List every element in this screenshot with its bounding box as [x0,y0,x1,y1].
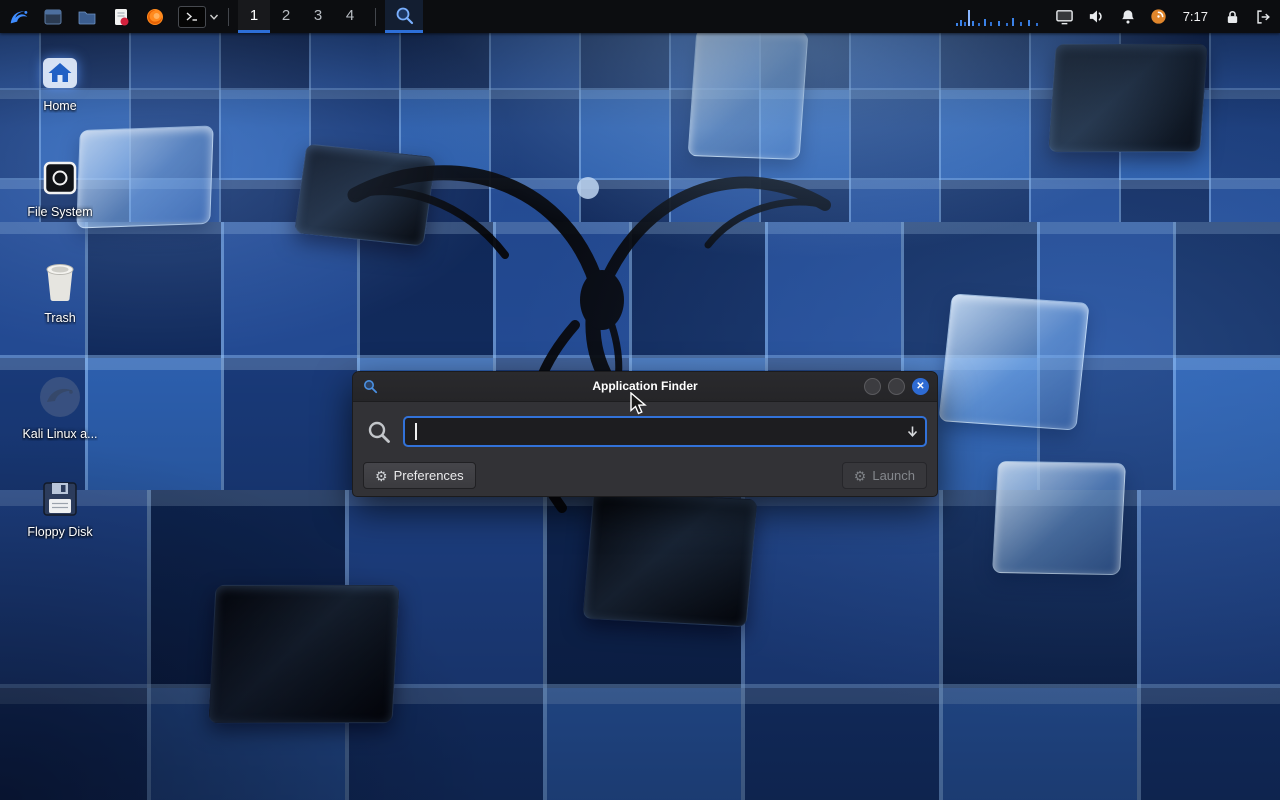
launch-gear-icon: ⚙ [854,469,867,483]
display-settings-tray-icon[interactable] [1055,7,1074,26]
desktop-icon-trash[interactable]: Trash [12,262,108,325]
desktop-screen: 1 2 3 4 [0,0,1280,800]
minimize-button[interactable] [864,378,881,395]
file-system-icon [41,160,79,198]
volume-tray-icon[interactable] [1087,7,1106,26]
launch-button[interactable]: ⚙ Launch [842,462,927,489]
firefox-icon [145,7,165,27]
kali-installer-icon [37,374,83,420]
workspace-label: 4 [346,7,354,24]
chevron-down-icon [209,12,219,22]
text-caret [415,423,417,440]
desktop-icon-home[interactable]: Home [12,56,108,113]
kali-menu-icon [8,6,30,28]
desktop-icon-label: File System [27,205,92,219]
search-input-wrap [403,416,927,447]
desktop-icon-label: Floppy Disk [27,525,92,539]
logout-icon[interactable] [1254,8,1272,26]
cpu-graph[interactable] [954,7,1042,27]
applications-menu-button[interactable] [2,0,36,33]
window-buttons: ✕ [864,378,929,395]
wallpaper-cube [992,461,1126,575]
workspace-button-2[interactable]: 2 [270,0,302,33]
home-icon [40,56,80,92]
desktop-icon-kali-linux[interactable]: Kali Linux a... [12,374,108,441]
top-panel: 1 2 3 4 [0,0,1280,33]
panel-left-group: 1 2 3 4 [2,0,423,33]
workspace-button-4[interactable]: 4 [334,0,366,33]
trash-icon [42,262,78,304]
workspace-label: 2 [282,7,290,24]
tray-status-icon[interactable] [1150,8,1167,25]
search-row [353,402,937,447]
terminal-dropdown-button[interactable] [178,6,219,28]
preferences-button[interactable]: ⚙ Preferences [363,462,476,489]
wallpaper-cube [938,293,1089,430]
maximize-button[interactable] [888,378,905,395]
desktop-icon-label: Trash [44,311,76,325]
notifications-bell-icon[interactable] [1119,8,1137,26]
panel-separator [228,8,229,26]
magnifier-icon [395,6,414,25]
terminal-icon [178,6,206,28]
workspace-button-3[interactable]: 3 [302,0,334,33]
folder-launcher[interactable] [70,0,104,33]
document-icon [111,7,131,27]
desktop-icon-file-system[interactable]: File System [12,160,108,219]
search-icon [366,419,392,445]
system-tray: 7:17 [954,0,1272,33]
window-titlebar[interactable]: Application Finder ✕ [353,372,937,402]
wallpaper-cube [1048,44,1208,152]
screen-lock-icon[interactable] [1224,8,1241,26]
workspace-button-1[interactable]: 1 [238,0,270,33]
tasklist-application-finder[interactable] [385,0,423,33]
desktop-icon-label: Kali Linux a... [22,427,97,441]
panel-clock[interactable]: 7:17 [1183,9,1208,24]
window-icon [43,7,63,27]
folder-icon [77,7,97,27]
file-manager-launcher[interactable] [36,0,70,33]
panel-separator [375,8,376,26]
dialog-button-row: ⚙ Preferences ⚙ Launch [353,462,937,489]
floppy-disk-icon [41,480,79,518]
launch-label: Launch [872,468,915,483]
search-input[interactable] [403,416,927,447]
desktop-icon-floppy-disk[interactable]: Floppy Disk [12,480,108,539]
application-finder-window: Application Finder ✕ [352,371,938,497]
text-editor-launcher[interactable] [104,0,138,33]
desktop-icon-label: Home [43,99,76,113]
close-button[interactable]: ✕ [912,378,929,395]
workspace-label: 3 [314,7,322,24]
preferences-gear-icon: ⚙ [375,469,388,483]
window-title: Application Finder [353,372,937,401]
workspace-label: 1 [250,7,258,24]
firefox-launcher[interactable] [138,0,172,33]
wallpaper-cube [208,585,399,723]
close-icon: ✕ [916,382,924,392]
preferences-label: Preferences [394,468,464,483]
